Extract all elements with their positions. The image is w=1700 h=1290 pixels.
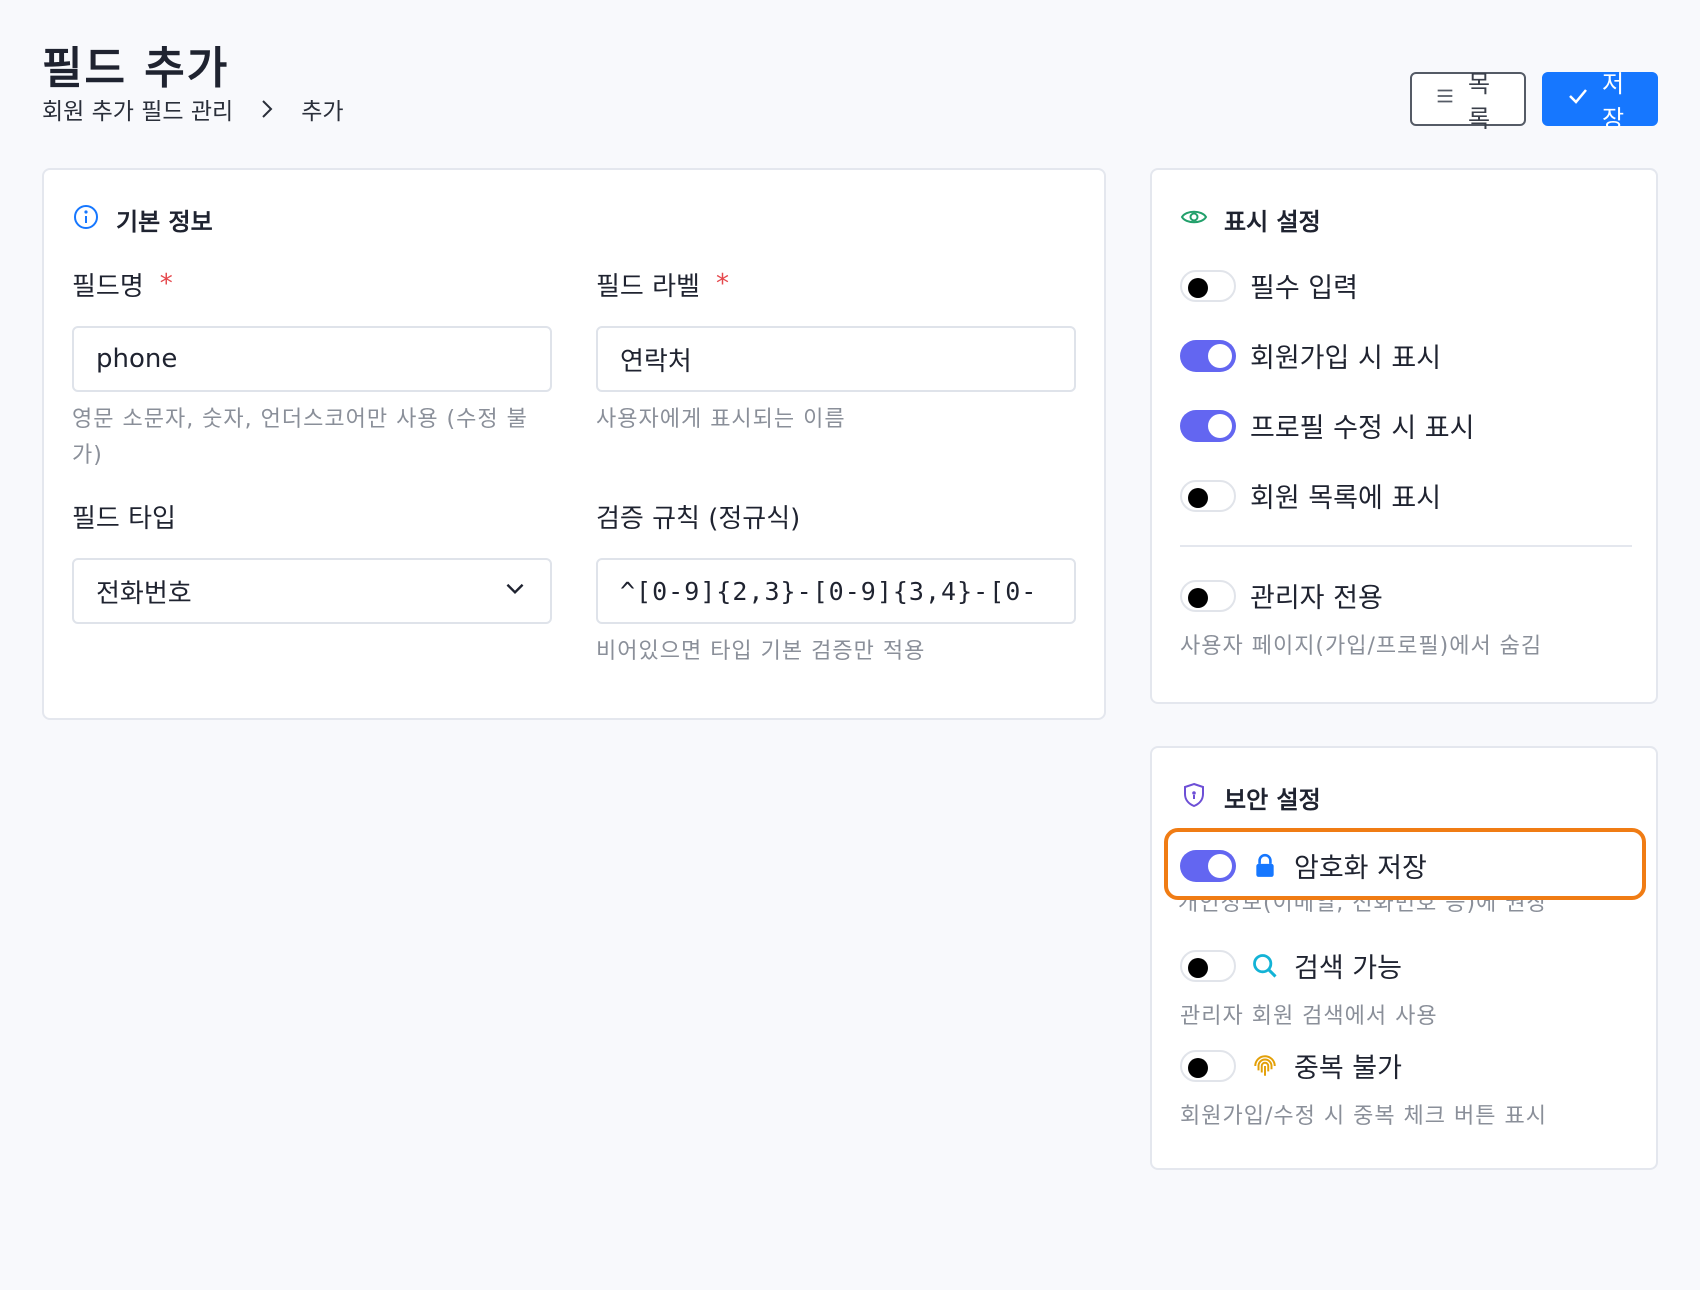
toggle-row-required[interactable]: 필수 입력	[1180, 266, 1358, 305]
profile-display-toggle[interactable]	[1180, 409, 1236, 442]
toggle-row-unique[interactable]: 중복 불가	[1180, 1046, 1402, 1085]
shield-icon	[1180, 781, 1208, 815]
field-type-label: 필드 타입	[72, 503, 176, 534]
field-name-group: 필드명 * phone 영문 소문자, 숫자, 언더스코어만 사용 (수정 불가)	[72, 266, 552, 474]
field-name-input[interactable]: phone	[72, 326, 552, 392]
breadcrumb-parent[interactable]: 회원 추가 필드 관리	[42, 92, 233, 126]
toggle-label: 중복 불가	[1294, 1053, 1402, 1084]
field-label-label: 필드 라벨	[596, 271, 700, 302]
basic-info-card: 기본 정보 필드명 * phone 영문 소문자, 숫자, 언더스코어만 사용 (…	[42, 168, 1106, 720]
display-settings-title: 표시 설정	[1180, 202, 1321, 237]
field-name-label: 필드명	[72, 271, 144, 302]
encrypt-toggle[interactable]	[1180, 849, 1236, 882]
security-settings-title: 보안 설정	[1180, 780, 1321, 815]
toggle-label: 프로필 수정 시 표시	[1250, 413, 1475, 444]
admin-only-help: 사용자 페이지(가입/프로필)에서 숨김	[1180, 634, 1543, 659]
security-settings-card: 보안 설정 암호화 저장 검색 가능 관리자 회원 검색에서 사용 중복 불가 …	[1150, 746, 1658, 1170]
validation-label: 검증 규칙 (정규식)	[596, 503, 801, 534]
search-icon	[1250, 951, 1280, 981]
breadcrumb-current: 추가	[301, 99, 344, 125]
unique-help: 회원가입/수정 시 중복 체크 버튼 표시	[1180, 1104, 1547, 1129]
unique-toggle[interactable]	[1180, 1049, 1236, 1082]
eye-icon	[1180, 203, 1208, 237]
display-settings-card: 표시 설정 필수 입력 회원가입 시 표시 프로필 수정 시 표시 회원 목록에…	[1150, 168, 1658, 704]
searchable-help: 관리자 회원 검색에서 사용	[1180, 1004, 1438, 1029]
field-label-help: 사용자에게 표시되는 이름	[596, 407, 846, 432]
searchable-toggle[interactable]	[1180, 949, 1236, 982]
page-title: 필드 추가	[42, 43, 230, 94]
member-list-toggle[interactable]	[1180, 479, 1236, 512]
toggle-label: 회원가입 시 표시	[1250, 343, 1442, 374]
chevron-down-icon	[502, 575, 528, 608]
fingerprint-icon	[1250, 1051, 1280, 1081]
toggle-row-signup[interactable]: 회원가입 시 표시	[1180, 336, 1441, 375]
required-toggle[interactable]	[1180, 269, 1236, 302]
toggle-label: 암호화 저장	[1294, 853, 1427, 884]
breadcrumb: 회원 추가 필드 관리 추가	[42, 92, 344, 126]
toggle-label: 검색 가능	[1294, 953, 1402, 984]
signup-display-toggle[interactable]	[1180, 339, 1236, 372]
field-name-help: 영문 소문자, 숫자, 언더스코어만 사용 (수정 불가)	[72, 407, 528, 468]
toggle-label: 관리자 전용	[1250, 583, 1383, 614]
admin-only-toggle[interactable]	[1180, 579, 1236, 612]
toggle-row-searchable[interactable]: 검색 가능	[1180, 946, 1402, 985]
list-button-label: 목록	[1468, 70, 1491, 133]
field-type-value: 전화번호	[96, 578, 192, 609]
menu-icon	[1434, 85, 1456, 113]
divider	[1180, 545, 1632, 547]
lock-icon	[1250, 851, 1280, 881]
toggle-row-encrypt[interactable]: 암호화 저장	[1180, 846, 1427, 885]
encrypt-help: 개인정보(이메일, 전화번호 등)에 권장	[1178, 899, 1548, 916]
check-icon	[1566, 84, 1590, 114]
toggle-row-member-list[interactable]: 회원 목록에 표시	[1180, 476, 1441, 515]
info-icon	[72, 203, 100, 237]
toggle-label: 필수 입력	[1250, 273, 1358, 304]
save-button[interactable]: 저장	[1542, 70, 1658, 133]
validation-group: 검증 규칙 (정규식) ^[0-9]{2,3}-[0-9]{3,4}-[0- 비…	[596, 498, 1076, 670]
save-button-label: 저장	[1602, 70, 1625, 133]
toggle-row-profile[interactable]: 프로필 수정 시 표시	[1180, 406, 1474, 445]
required-mark: *	[715, 269, 729, 299]
field-label-input[interactable]: 연락처	[596, 326, 1076, 392]
encrypt-help-clip: 개인정보(이메일, 전화번호 등)에 권장	[1178, 899, 1638, 921]
field-type-select[interactable]: 전화번호	[72, 558, 552, 624]
basic-info-title: 기본 정보	[72, 202, 213, 237]
validation-help: 비어있으면 타입 기본 검증만 적용	[596, 639, 926, 664]
toggle-row-admin-only[interactable]: 관리자 전용	[1180, 576, 1383, 615]
field-type-group: 필드 타입 전화번호	[72, 498, 552, 624]
toggle-label: 회원 목록에 표시	[1250, 483, 1442, 514]
field-label-group: 필드 라벨 * 연락처 사용자에게 표시되는 이름	[596, 266, 1076, 438]
required-mark: *	[159, 269, 173, 299]
chevron-right-icon	[255, 97, 279, 121]
validation-input[interactable]: ^[0-9]{2,3}-[0-9]{3,4}-[0-	[596, 558, 1076, 624]
list-button[interactable]: 목록	[1410, 70, 1526, 133]
